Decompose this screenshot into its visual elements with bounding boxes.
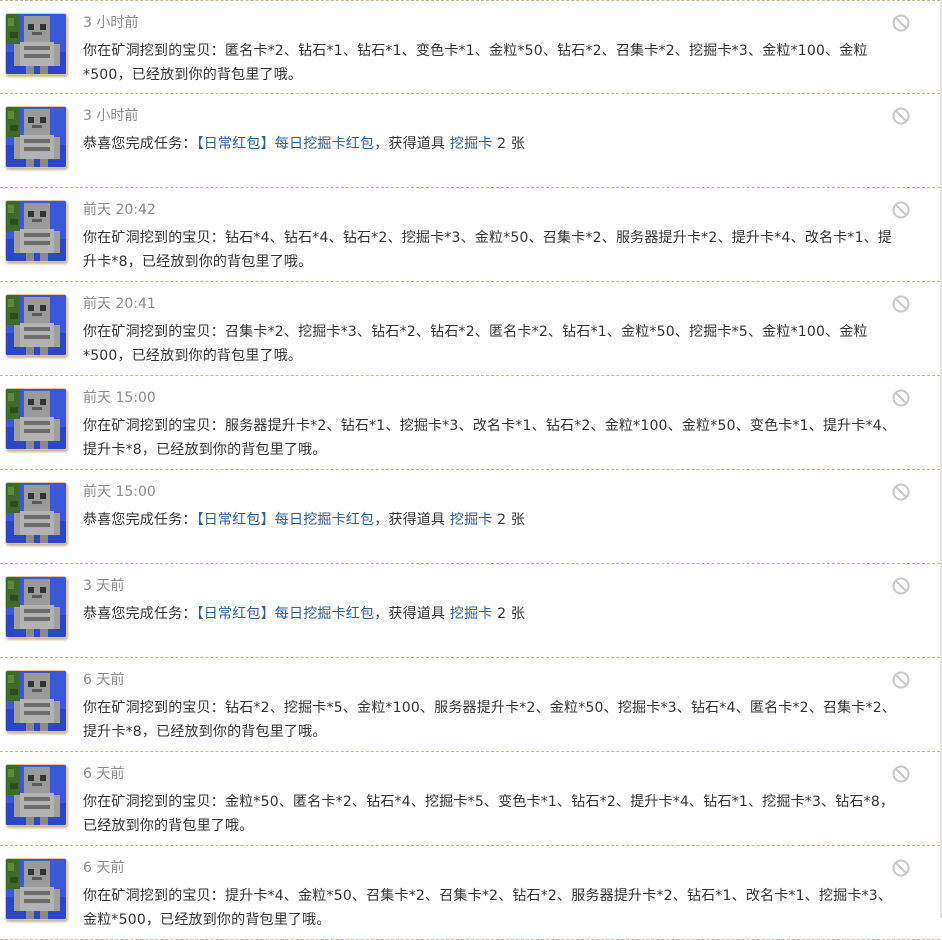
task-link[interactable]: 【日常红包】每日挖掘卡红包: [197, 136, 375, 152]
notification-time: 3 小时前: [83, 15, 139, 31]
user-avatar[interactable]: [5, 200, 67, 262]
message-prefix: 你在矿洞挖到的宝贝：: [83, 418, 225, 434]
item-link[interactable]: 挖掘卡: [450, 136, 493, 152]
message-prefix: 恭喜您完成任务：: [83, 606, 197, 622]
notification-message: 你在矿洞挖到的宝贝：召集卡*2、挖掘卡*3、钻石*2、钻石*2、匿名卡*2、钻石…: [83, 320, 906, 368]
notification-time: 3 小时前: [83, 108, 139, 124]
user-avatar[interactable]: [5, 13, 67, 75]
notification-time: 6 天前: [83, 860, 125, 876]
message-suffix: ，已经放到你的背包里了哦。: [145, 912, 331, 928]
notification-time: 6 天前: [83, 766, 125, 782]
ignore-notification-icon[interactable]: [892, 295, 910, 313]
ignore-notification-icon[interactable]: [892, 14, 910, 32]
message-mid: ，获得道具: [374, 606, 450, 622]
notification-list: 3 小时前 你在矿洞挖到的宝贝：匿名卡*2、钻石*1、钻石*1、变色卡*1、金粒*…: [0, 0, 942, 940]
notification-message: 恭喜您完成任务：【日常红包】每日挖掘卡红包，获得道具 挖掘卡 2 张: [83, 508, 906, 532]
user-avatar[interactable]: [5, 106, 67, 168]
ignore-notification-icon[interactable]: [892, 389, 910, 407]
notification-message: 你在矿洞挖到的宝贝：服务器提升卡*2、钻石*1、挖掘卡*3、改名卡*1、钻石*2…: [83, 414, 906, 462]
ignore-notification-icon[interactable]: [892, 107, 910, 125]
message-suffix: ，已经放到你的背包里了哦。: [127, 254, 313, 270]
user-avatar[interactable]: [5, 294, 67, 356]
notification-message: 你在矿洞挖到的宝贝：金粒*50、匿名卡*2、钻石*4、挖掘卡*5、变色卡*1、钻…: [83, 790, 906, 838]
notification-item: 6 天前你在矿洞挖到的宝贝：提升卡*4、金粒*50、召集卡*2、召集卡*2、钻石…: [0, 846, 940, 940]
message-prefix: 你在矿洞挖到的宝贝：: [83, 230, 225, 246]
notification-message: 你在矿洞挖到的宝贝：提升卡*4、金粒*50、召集卡*2、召集卡*2、钻石*2、服…: [83, 884, 906, 932]
notification-item: 6 天前你在矿洞挖到的宝贝：金粒*50、匿名卡*2、钻石*4、挖掘卡*5、变色卡…: [0, 752, 940, 846]
notification-message: 你在矿洞挖到的宝贝：钻石*2、挖掘卡*5、金粒*100、服务器提升卡*2、金粒*…: [83, 696, 906, 744]
notification-item: 前天 20:42 你在矿洞挖到的宝贝：钻石*4、钻石*4、钻石*2、挖掘卡*3、金…: [0, 188, 940, 282]
ignore-notification-icon[interactable]: [892, 671, 910, 689]
notification-message: 你在矿洞挖到的宝贝：匿名卡*2、钻石*1、钻石*1、变色卡*1、金粒*50、钻石…: [83, 39, 906, 87]
notification-item: 6 天前你在矿洞挖到的宝贝：钻石*2、挖掘卡*5、金粒*100、服务器提升卡*2…: [0, 658, 940, 752]
task-link[interactable]: 【日常红包】每日挖掘卡红包: [197, 606, 375, 622]
notification-item: 3 小时前你在矿洞挖到的宝贝：匿名卡*2、钻石*1、钻石*1、变色卡*1、金粒*…: [0, 0, 940, 94]
message-prefix: 你在矿洞挖到的宝贝：: [83, 700, 225, 716]
notification-message: 恭喜您完成任务：【日常红包】每日挖掘卡红包，获得道具 挖掘卡 2 张: [83, 132, 906, 156]
notification-item: 3 天前恭喜您完成任务：【日常红包】每日挖掘卡红包，获得道具 挖掘卡 2 张: [0, 564, 940, 658]
user-avatar[interactable]: [5, 764, 67, 826]
message-prefix: 你在矿洞挖到的宝贝：: [83, 888, 225, 904]
message-suffix: ，已经放到你的背包里了哦。: [117, 348, 303, 364]
user-avatar[interactable]: [5, 858, 67, 920]
notification-time: 前天 15:00: [83, 484, 156, 500]
ignore-notification-icon[interactable]: [892, 577, 910, 595]
notification-message: 恭喜您完成任务：【日常红包】每日挖掘卡红包，获得道具 挖掘卡 2 张: [83, 602, 906, 626]
message-prefix: 恭喜您完成任务：: [83, 512, 197, 528]
user-avatar[interactable]: [5, 670, 67, 732]
user-avatar[interactable]: [5, 576, 67, 638]
notification-message: 你在矿洞挖到的宝贝：钻石*4、钻石*4、钻石*2、挖掘卡*3、金粒*50、召集卡…: [83, 226, 906, 274]
ignore-notification-icon[interactable]: [892, 859, 910, 877]
ignore-notification-icon[interactable]: [892, 201, 910, 219]
task-link[interactable]: 【日常红包】每日挖掘卡红包: [197, 512, 375, 528]
ignore-notification-icon[interactable]: [892, 483, 910, 501]
notification-item: 3 小时前恭喜您完成任务：【日常红包】每日挖掘卡红包，获得道具 挖掘卡 2 张: [0, 94, 940, 188]
item-link[interactable]: 挖掘卡: [450, 512, 493, 528]
user-avatar[interactable]: [5, 482, 67, 544]
treasure-items: 金粒*50、匿名卡*2、钻石*4、挖掘卡*5、变色卡*1、钻石*2、提升卡*4、…: [225, 794, 880, 810]
message-mid: ，获得道具: [374, 136, 450, 152]
message-prefix: 你在矿洞挖到的宝贝：: [83, 794, 225, 810]
message-prefix: 你在矿洞挖到的宝贝：: [83, 324, 225, 340]
notification-time: 前天 15:00: [83, 390, 156, 406]
message-prefix: 恭喜您完成任务：: [83, 136, 197, 152]
message-suffix: ，已经放到你的背包里了哦。: [141, 442, 327, 458]
message-suffix: ，已经放到你的背包里了哦。: [117, 67, 303, 83]
ignore-notification-icon[interactable]: [892, 765, 910, 783]
item-count: 2 张: [492, 136, 526, 152]
item-count: 2 张: [492, 606, 526, 622]
item-count: 2 张: [492, 512, 526, 528]
message-suffix: ，已经放到你的背包里了哦。: [141, 724, 327, 740]
notification-time: 6 天前: [83, 672, 125, 688]
item-link[interactable]: 挖掘卡: [450, 606, 493, 622]
notification-time: 前天 20:41: [83, 296, 156, 312]
notification-item: 前天 15:00 恭喜您完成任务：【日常红包】每日挖掘卡红包，获得道具 挖掘卡 2…: [0, 470, 940, 564]
message-prefix: 你在矿洞挖到的宝贝：: [83, 43, 225, 59]
notification-item: 前天 15:00 你在矿洞挖到的宝贝：服务器提升卡*2、钻石*1、挖掘卡*3、改名…: [0, 376, 940, 470]
notification-item: 前天 20:41 你在矿洞挖到的宝贝：召集卡*2、挖掘卡*3、钻石*2、钻石*2、…: [0, 282, 940, 376]
user-avatar[interactable]: [5, 388, 67, 450]
notification-time: 3 天前: [83, 578, 125, 594]
notification-time: 前天 20:42: [83, 202, 156, 218]
message-mid: ，获得道具: [374, 512, 450, 528]
